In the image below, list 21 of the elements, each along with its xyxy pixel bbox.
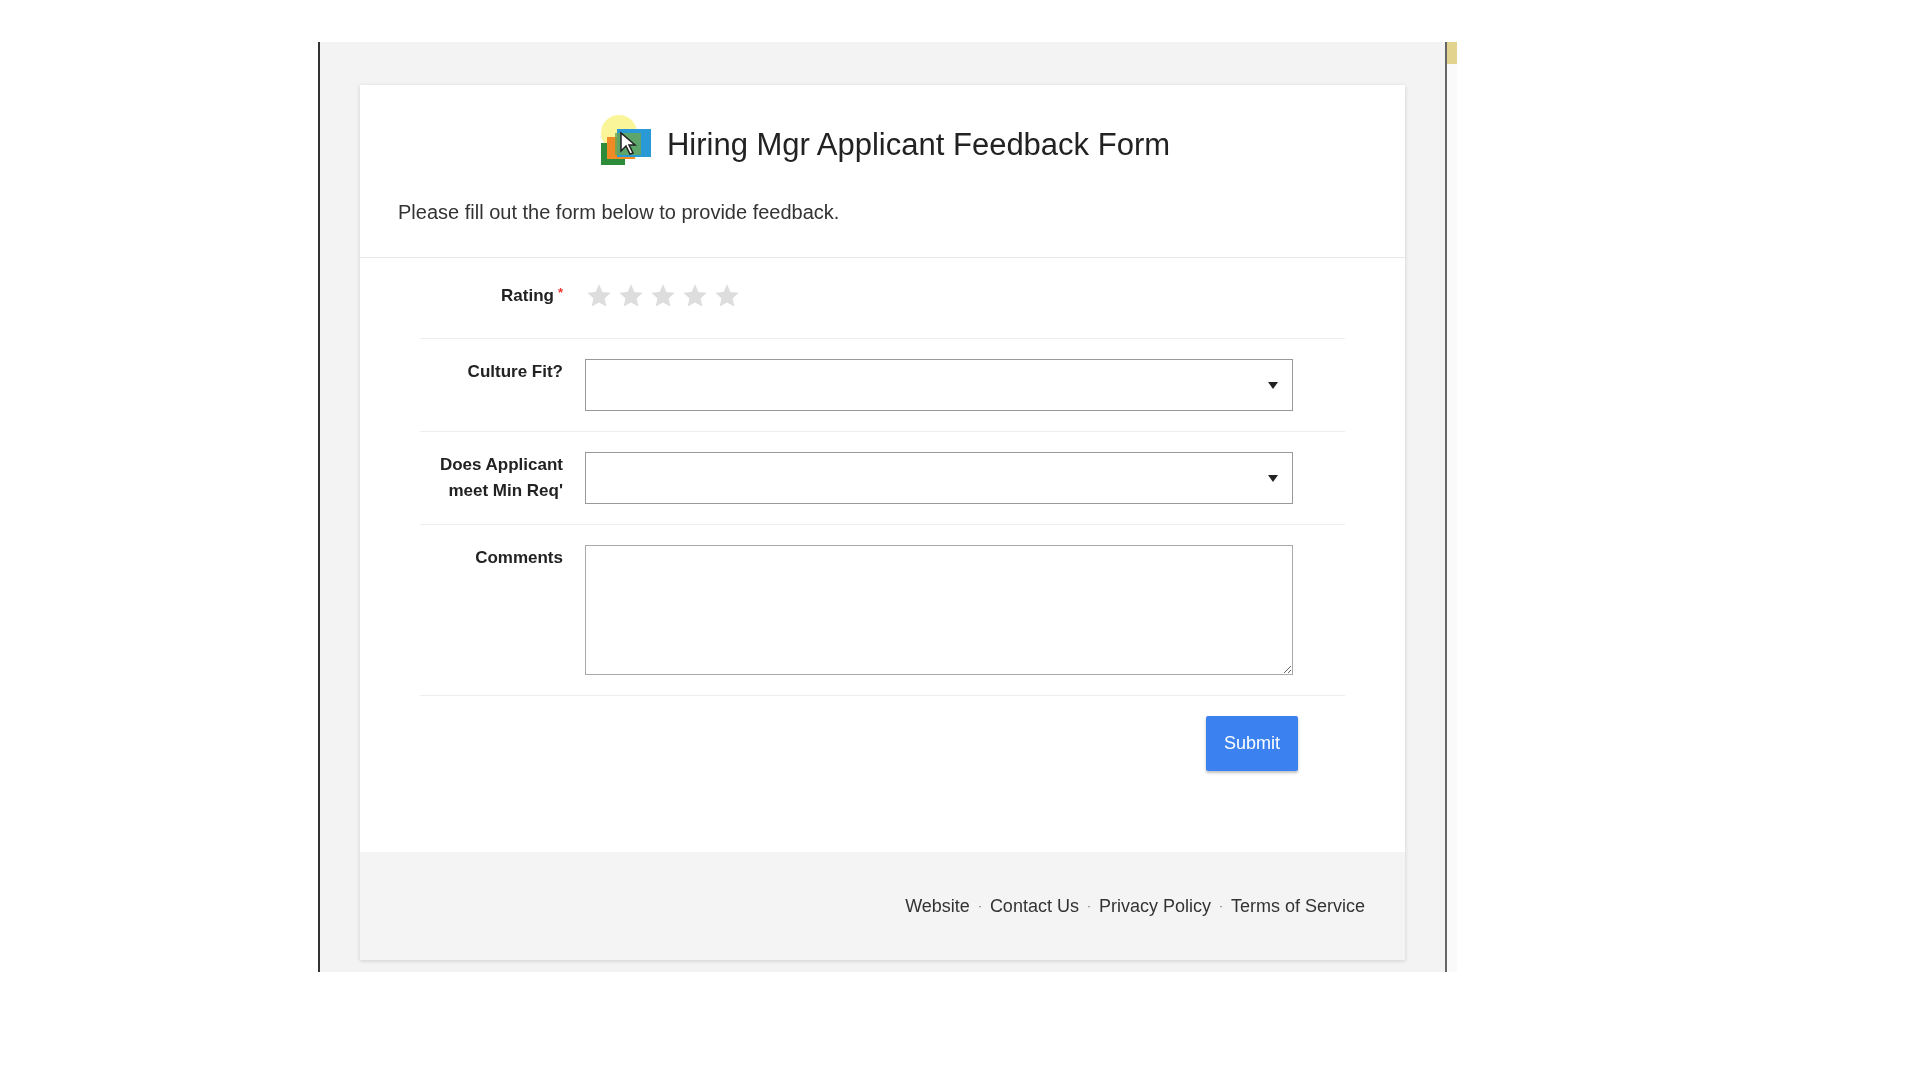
footer-link[interactable]: Contact Us (989, 892, 1079, 920)
form-description: Please fill out the form below to provide feedback. (398, 200, 841, 225)
required-mark: * (557, 285, 563, 301)
field-label: Rating (501, 286, 554, 306)
separator-dot: · (977, 898, 982, 915)
footer-link[interactable]: Terms of Service (1230, 892, 1365, 920)
scrollbar[interactable] (1445, 42, 1457, 972)
field-label: Does Applicant meet Min Req' (439, 455, 563, 500)
footer-link[interactable]: Website (905, 892, 970, 920)
field-label: Culture Fit? (467, 362, 563, 381)
dropdown-arrow-icon (1268, 474, 1278, 482)
dropdown-field[interactable] (585, 359, 1293, 411)
dropdown-field[interactable] (585, 452, 1293, 504)
separator-dot: · (1086, 898, 1091, 915)
submit-button[interactable]: Submit (1205, 716, 1298, 771)
comments-field[interactable] (585, 545, 1293, 675)
field-label: Comments (475, 548, 563, 567)
separator-dot: · (1218, 898, 1223, 915)
form-title: Hiring Mgr Applicant Feedback Form (666, 125, 1171, 164)
dropdown-arrow-icon (1268, 381, 1278, 389)
footer-link[interactable]: Privacy Policy (1098, 892, 1211, 920)
